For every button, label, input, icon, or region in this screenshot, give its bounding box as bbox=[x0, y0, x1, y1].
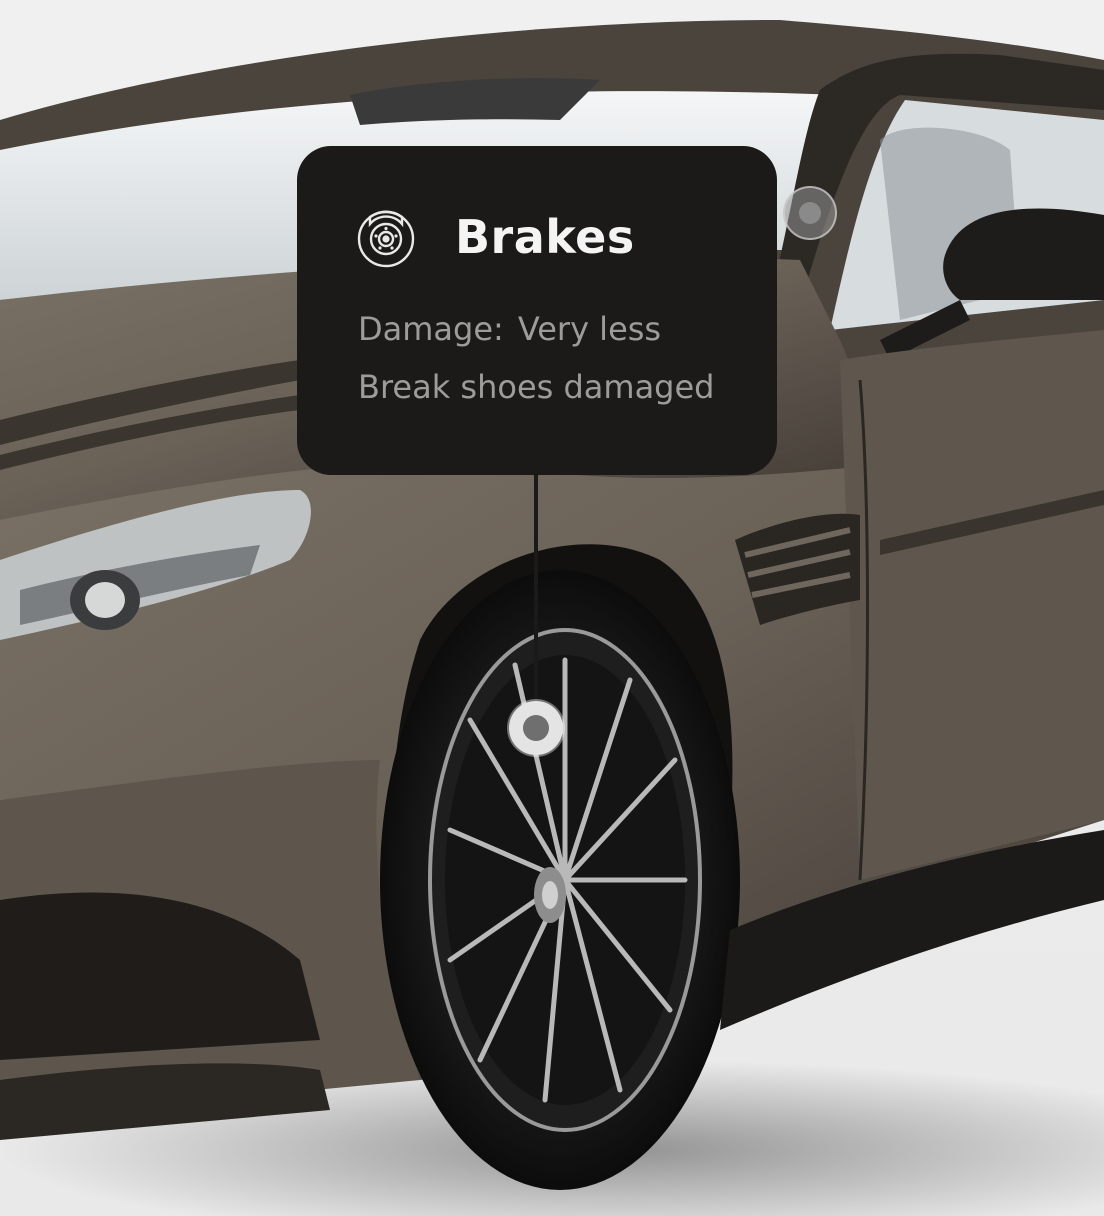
window-hotspot[interactable] bbox=[783, 186, 837, 240]
tooltip-leader-line bbox=[534, 470, 538, 704]
damage-level: Damage: Very less bbox=[358, 310, 661, 348]
brake-disc-icon bbox=[357, 210, 415, 268]
damage-description: Break shoes damaged bbox=[358, 368, 715, 406]
car-viewer: Brakes Damage: Very less Break shoes dama… bbox=[0, 0, 1104, 1216]
brakes-hotspot[interactable] bbox=[509, 701, 563, 755]
damage-tooltip: Brakes Damage: Very less Break shoes dama… bbox=[297, 146, 777, 475]
tooltip-title: Brakes bbox=[455, 210, 635, 264]
damage-label: Damage: bbox=[358, 310, 504, 348]
damage-value: Very less bbox=[517, 310, 662, 348]
window-hotspot-dot bbox=[799, 202, 821, 224]
brakes-hotspot-dot bbox=[523, 715, 549, 741]
